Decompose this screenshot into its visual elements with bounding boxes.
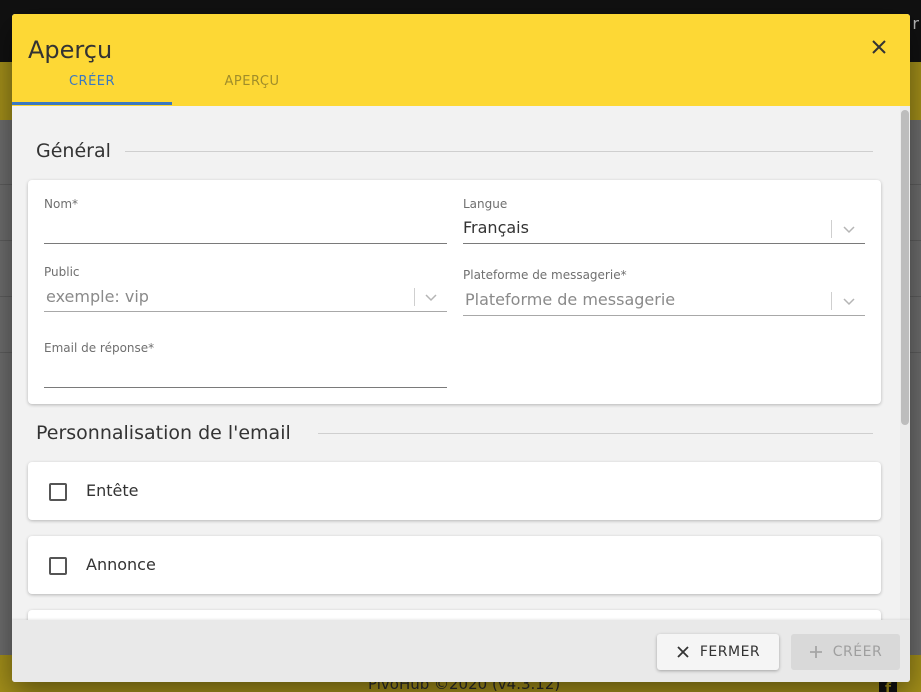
announcement-option-label: Annonce [86, 555, 156, 574]
close-icon [677, 646, 689, 658]
scrollbar-thumb[interactable] [901, 110, 909, 425]
platform-underline [463, 315, 865, 316]
header-checkbox[interactable] [49, 483, 67, 501]
select-separator [831, 220, 832, 238]
name-underline [44, 243, 447, 244]
header-option-card[interactable]: Entête [28, 462, 881, 520]
dialog-footer: FERMER CRÉER [12, 620, 910, 682]
create-button-label: CRÉER [832, 644, 883, 660]
reply-email-label: Email de réponse* [44, 341, 155, 355]
chevron-down-icon[interactable] [842, 222, 856, 236]
preview-dialog: Aperçu CRÉER APERÇU Général Nom* Langue … [12, 14, 910, 682]
close-icon [872, 40, 886, 54]
chevron-down-icon[interactable] [842, 294, 856, 308]
header-option-label: Entête [86, 481, 139, 500]
dialog-title: Aperçu [28, 36, 113, 64]
close-button-label: FERMER [699, 644, 761, 660]
section-heading-general: Général [36, 140, 111, 162]
select-separator [831, 292, 832, 310]
name-label: Nom* [44, 197, 79, 211]
section-divider [318, 433, 873, 434]
dialog-close-button[interactable] [866, 34, 892, 60]
section-divider [125, 151, 873, 152]
public-label: Public [44, 265, 80, 279]
platform-select[interactable]: Plateforme de messagerie [465, 290, 675, 309]
plus-icon [809, 646, 822, 658]
reply-email-underline [44, 387, 447, 388]
reply-email-input[interactable] [44, 362, 446, 384]
close-button[interactable]: FERMER [657, 634, 779, 670]
announcement-option-card[interactable]: Annonce [28, 536, 881, 594]
general-card: Nom* Langue Français Public exemple: vip… [28, 180, 881, 404]
platform-label: Plateforme de messagerie* [463, 268, 627, 282]
chevron-down-icon[interactable] [424, 290, 438, 304]
name-input[interactable] [44, 218, 446, 240]
background-topbar-text: r [912, 14, 919, 33]
section-heading-customization: Personnalisation de l'email [36, 422, 291, 444]
public-underline [44, 311, 447, 312]
tab-preview[interactable]: APERÇU [172, 74, 332, 106]
active-tab-indicator [12, 102, 172, 105]
public-select[interactable]: exemple: vip [46, 287, 149, 306]
language-underline [463, 243, 865, 244]
announcement-checkbox[interactable] [49, 557, 67, 575]
create-button[interactable]: CRÉER [791, 634, 900, 670]
dialog-header: Aperçu CRÉER APERÇU [12, 14, 910, 106]
select-separator [414, 288, 415, 306]
language-select[interactable]: Français [463, 218, 529, 237]
language-label: Langue [463, 197, 508, 211]
